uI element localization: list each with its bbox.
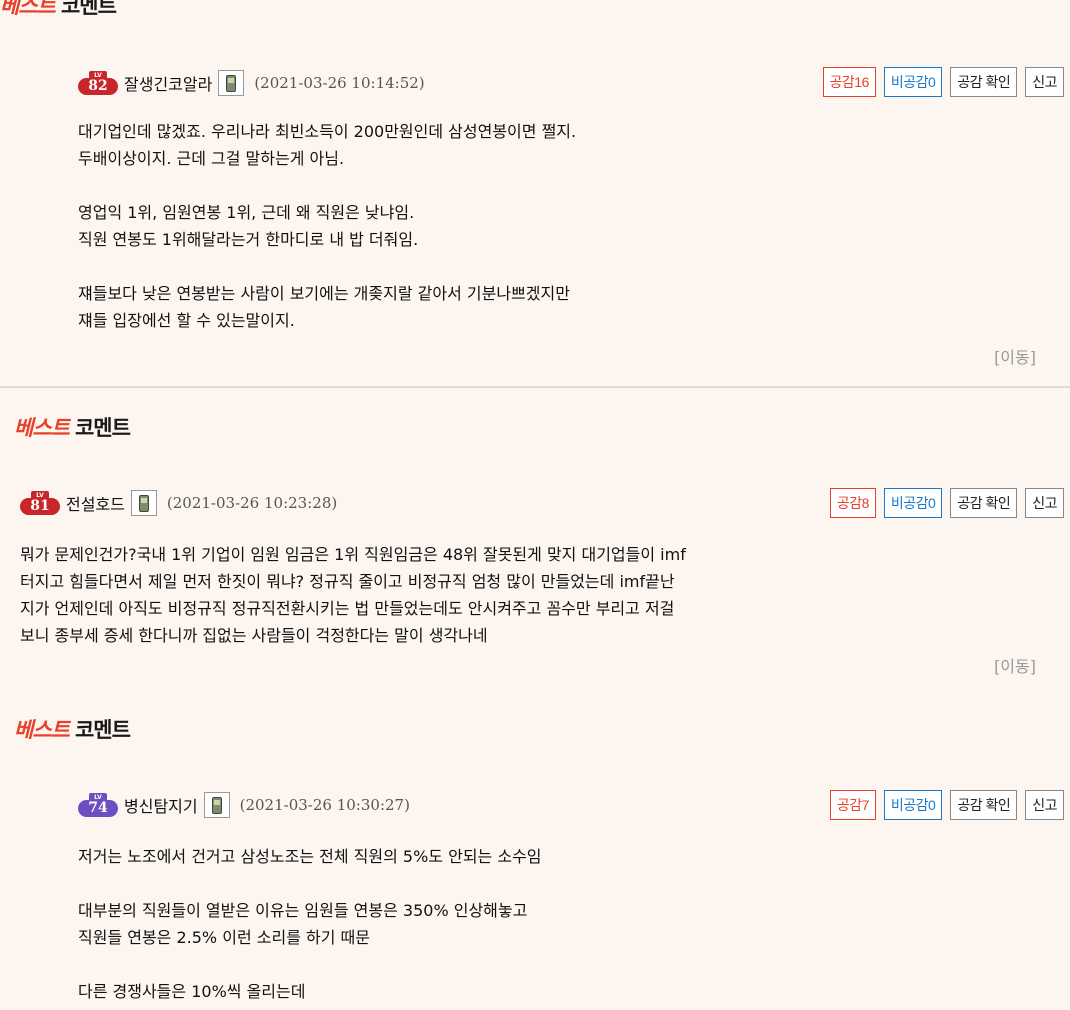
dislike-button[interactable]: 비공감0: [883, 790, 943, 820]
mobile-phone-icon: [130, 490, 157, 516]
comment-actions: 공감16 비공감0 공감 확인 신고: [822, 67, 1064, 97]
divider: [0, 386, 1070, 388]
nickname[interactable]: 병신탐지기: [124, 793, 198, 817]
report-button[interactable]: 신고: [1025, 790, 1064, 820]
best-comment-label: 베스트 코멘트: [14, 416, 131, 440]
level-badge: LV 81: [20, 491, 60, 515]
comment-body: 뭐가 문제인건가?국내 1위 기업이 임원 임금은 1위 직원임금은 48위 잘…: [20, 545, 686, 645]
comment-date: (2021-03-26 10:14:52): [254, 74, 425, 92]
check-likes-button[interactable]: 공감 확인: [950, 790, 1018, 820]
check-likes-button[interactable]: 공감 확인: [950, 67, 1018, 97]
move-link[interactable]: [이동]: [994, 653, 1036, 677]
report-button[interactable]: 신고: [1025, 67, 1064, 97]
comment-header: LV 82 잘생긴코알라 (2021-03-26 10:14:52): [78, 68, 425, 98]
comment-actions: 공감7 비공감0 공감 확인 신고: [829, 790, 1064, 820]
best-comment-label: 베스트 코멘트: [14, 718, 131, 742]
like-button[interactable]: 공감16: [822, 67, 876, 97]
level-badge: LV 74: [78, 793, 118, 817]
comment-body: 저거는 노조에서 건거고 삼성노조는 전체 직원의 5%도 안되는 소수임 대부…: [78, 847, 542, 1001]
move-link[interactable]: [이동]: [994, 344, 1036, 368]
check-likes-button[interactable]: 공감 확인: [950, 488, 1018, 518]
comment-date: (2021-03-26 10:30:27): [239, 796, 410, 814]
comment-actions: 공감8 비공감0 공감 확인 신고: [829, 488, 1064, 518]
like-button[interactable]: 공감7: [829, 790, 876, 820]
mobile-phone-icon: [203, 792, 230, 818]
comment-date: (2021-03-26 10:23:28): [166, 494, 338, 512]
level-badge: LV 82: [78, 71, 118, 95]
like-button[interactable]: 공감8: [829, 488, 876, 518]
nickname[interactable]: 잘생긴코알라: [124, 71, 212, 95]
report-button[interactable]: 신고: [1025, 488, 1064, 518]
nickname[interactable]: 전설호드: [66, 491, 125, 515]
best-comment-label: 베스트 코멘트: [0, 0, 117, 18]
mobile-phone-icon: [218, 70, 245, 96]
dislike-button[interactable]: 비공감0: [883, 488, 943, 518]
comment-header: LV 81 전설호드 (2021-03-26 10:23:28): [20, 488, 337, 518]
comment-body: 대기업인데 많겠죠. 우리나라 최빈소득이 200만원인데 삼성연봉이면 쩔지.…: [78, 122, 577, 330]
dislike-button[interactable]: 비공감0: [883, 67, 943, 97]
comment-header: LV 74 병신탐지기 (2021-03-26 10:30:27): [78, 790, 410, 820]
